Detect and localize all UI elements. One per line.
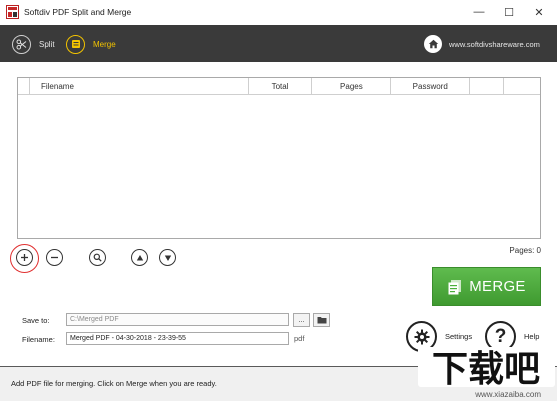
column-header-pages[interactable]: Pages <box>312 78 392 94</box>
folder-icon <box>317 317 326 324</box>
filename-label: Filename: <box>22 335 55 344</box>
maximize-icon: ☐ <box>504 6 514 19</box>
help-label: Help <box>524 332 540 341</box>
column-header-extra-2[interactable] <box>504 78 540 94</box>
merge-doc-icon <box>448 279 462 294</box>
gear-icon <box>414 329 429 344</box>
website-link[interactable]: www.softdivshareware.com <box>424 34 540 54</box>
merge-mode-label: Merge <box>93 39 116 49</box>
arrow-down-icon <box>164 255 171 261</box>
minus-icon <box>51 256 58 259</box>
file-table[interactable]: Filename Total Pages Password <box>17 77 541 239</box>
plus-icon <box>21 254 28 261</box>
merge-button-label: MERGE <box>469 278 526 295</box>
merge-button[interactable]: MERGE <box>432 267 541 306</box>
minimize-icon: — <box>473 6 485 18</box>
svg-text:www.xiazaiba.com: www.xiazaiba.com <box>474 390 541 399</box>
maximize-button[interactable]: ☐ <box>496 3 522 21</box>
column-header-extra-1[interactable] <box>470 78 505 94</box>
mode-toolbar: Split Merge www.softdivshareware.com <box>0 25 557 62</box>
question-icon: ? <box>494 326 507 347</box>
watermark-logo: 下载吧 www.xiazaiba.com <box>418 347 555 399</box>
save-to-field[interactable]: C:\Merged PDF <box>66 313 289 326</box>
merge-doc-icon <box>66 34 85 54</box>
split-mode-button[interactable]: Split <box>12 34 55 54</box>
status-message: Add PDF file for merging. Click on Merge… <box>11 379 217 388</box>
window-title: Softdiv PDF Split and Merge <box>24 7 132 17</box>
column-header-total[interactable]: Total <box>249 78 313 94</box>
search-icon <box>93 253 102 262</box>
move-down-button[interactable] <box>159 249 176 266</box>
title-bar: Softdiv PDF Split and Merge — ☐ ✕ <box>0 0 557 25</box>
move-up-button[interactable] <box>131 249 148 266</box>
minimize-button[interactable]: — <box>466 3 492 21</box>
filename-field[interactable]: Merged PDF - 04-30-2018 - 23-39-55 <box>66 332 289 345</box>
save-to-label: Save to: <box>22 316 50 325</box>
column-header-filename[interactable]: Filename <box>30 78 249 94</box>
column-header-select[interactable] <box>18 78 30 94</box>
svg-text:下载吧: 下载吧 <box>432 349 540 390</box>
open-folder-button[interactable] <box>313 313 330 327</box>
settings-label: Settings <box>445 332 473 341</box>
file-extension: pdf <box>294 334 305 343</box>
preview-button[interactable] <box>89 249 106 266</box>
add-file-button[interactable] <box>16 249 33 266</box>
arrow-up-icon <box>136 254 143 260</box>
merge-mode-button[interactable]: Merge <box>66 34 116 54</box>
browse-button[interactable]: ... <box>293 313 310 327</box>
scissors-icon <box>12 34 31 54</box>
close-button[interactable]: ✕ <box>526 3 552 21</box>
pages-count: Pages: 0 <box>509 246 541 255</box>
home-icon <box>424 35 442 53</box>
website-url: www.softdivshareware.com <box>449 39 540 49</box>
table-header: Filename Total Pages Password <box>18 78 540 95</box>
app-logo-icon <box>6 5 19 19</box>
remove-file-button[interactable] <box>46 249 63 266</box>
close-icon: ✕ <box>534 6 544 19</box>
split-mode-label: Split <box>39 39 55 49</box>
column-header-password[interactable]: Password <box>391 78 471 94</box>
